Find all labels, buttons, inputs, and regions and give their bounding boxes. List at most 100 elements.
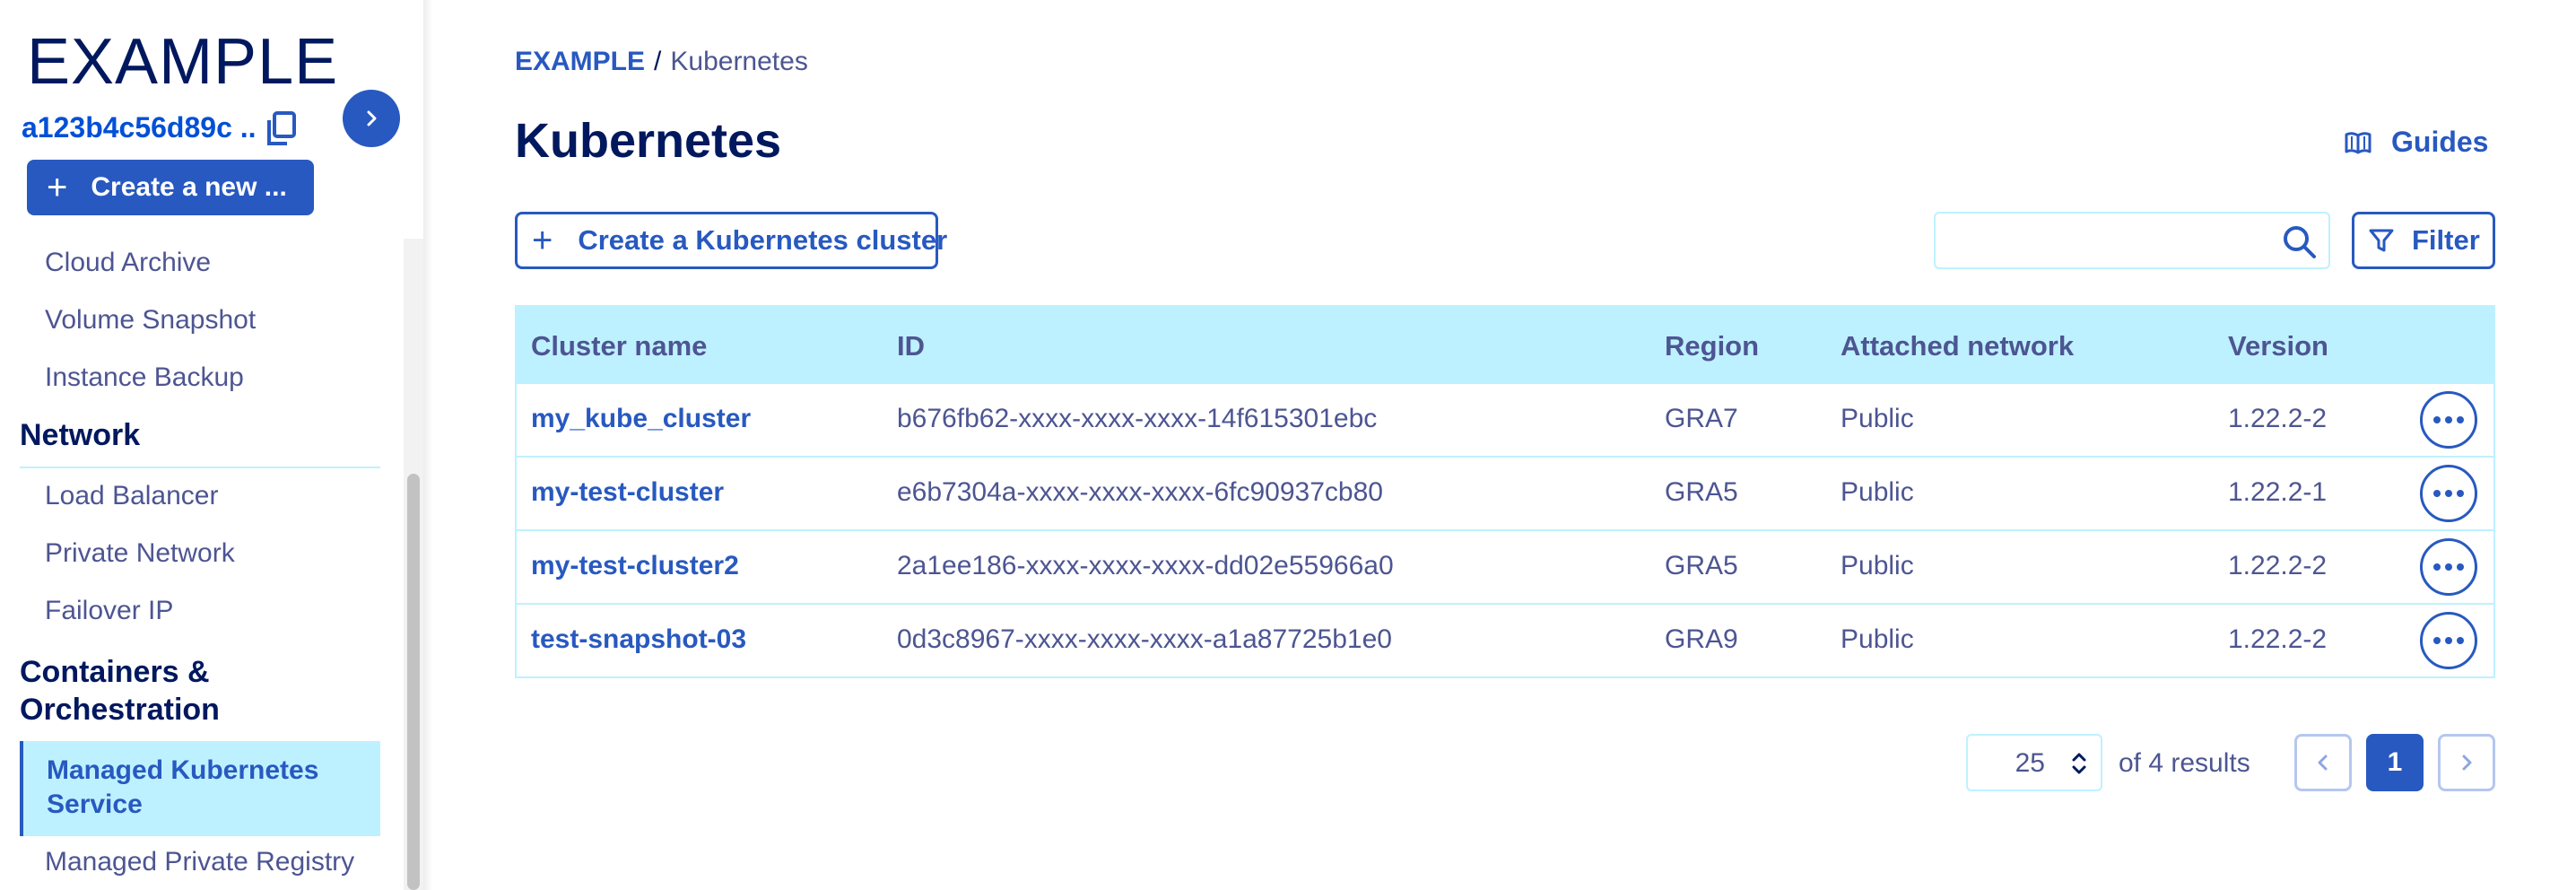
table-header: Cluster name ID Region Attached network … [517, 307, 2493, 382]
cluster-network: Public [1841, 404, 1914, 433]
cluster-region: GRA5 [1665, 477, 1738, 507]
page-number-current[interactable]: 1 [2366, 734, 2424, 791]
breadcrumb-root[interactable]: EXAMPLE [515, 47, 645, 77]
sidebar-item-managed-private-registry[interactable]: Managed Private Registry [45, 847, 354, 877]
sidebar-section-network: Network [20, 418, 141, 452]
chevron-left-icon [2318, 755, 2328, 771]
more-icon [2433, 490, 2441, 497]
sidebar-nav: Cloud Archive Volume Snapshot Instance B… [0, 239, 429, 890]
sidebar-scrollbar-thumb[interactable] [407, 474, 420, 890]
results-count: of 4 results [2119, 748, 2250, 778]
chevron-right-icon [367, 110, 377, 127]
expand-sidebar-button[interactable] [343, 90, 400, 147]
sidebar-item-private-network[interactable]: Private Network [45, 538, 235, 569]
active-item-label-line2: Service [47, 790, 143, 819]
more-icon [2433, 563, 2441, 571]
section-title-line1: Containers & [20, 655, 210, 689]
more-icon [2457, 563, 2464, 571]
clusters-table: Cluster name ID Region Attached network … [515, 305, 2495, 678]
cluster-network: Public [1841, 477, 1914, 507]
cluster-region: GRA7 [1665, 404, 1738, 433]
column-header-region[interactable]: Region [1665, 330, 1759, 362]
row-actions-button[interactable] [2420, 391, 2477, 449]
sidebar-item-cloud-archive[interactable]: Cloud Archive [45, 248, 211, 278]
more-icon [2433, 637, 2441, 644]
sidebar-item-load-balancer[interactable]: Load Balancer [45, 481, 218, 511]
sidebar-item-managed-kubernetes[interactable]: Managed Kubernetes Service [20, 741, 380, 836]
row-actions-button[interactable] [2420, 538, 2477, 596]
create-cluster-button[interactable]: + Create a Kubernetes cluster [515, 212, 947, 269]
chevron-right-icon [2462, 755, 2472, 771]
row-actions-button[interactable] [2420, 465, 2477, 522]
active-item-label-line1: Managed Kubernetes [47, 755, 319, 785]
row-actions-button[interactable] [2420, 612, 2477, 669]
more-icon [2445, 490, 2452, 497]
filter-icon [2369, 229, 2394, 252]
more-icon [2445, 637, 2452, 644]
table-row: my_kube_cluster b676fb62-xxxx-xxxx-xxxx-… [517, 382, 2493, 456]
guides-button[interactable]: Guides [2345, 126, 2488, 159]
cluster-name-link[interactable]: my-test-cluster2 [531, 551, 739, 581]
column-header-attached-network[interactable]: Attached network [1841, 330, 2074, 362]
more-icon [2457, 490, 2464, 497]
cluster-name-link[interactable]: my_kube_cluster [531, 404, 751, 434]
sort-arrows-icon [2072, 753, 2086, 774]
next-page-button[interactable] [2438, 734, 2495, 791]
more-icon [2457, 637, 2464, 644]
brand-logo[interactable]: EXAMPLE [27, 25, 338, 99]
sidebar-section-containers: Containers & Orchestration [20, 653, 220, 729]
page-title: Kubernetes [515, 114, 782, 168]
search-icon[interactable] [2282, 224, 2318, 260]
cluster-region: GRA9 [1665, 624, 1738, 654]
cluster-name-link[interactable]: test-snapshot-03 [531, 624, 746, 655]
plus-icon: + [532, 221, 553, 260]
search-input[interactable] [1945, 222, 2267, 258]
sidebar-shadow [423, 0, 432, 890]
cluster-version: 1.22.2-2 [2228, 551, 2328, 580]
sidebar-divider [20, 467, 380, 468]
sidebar-item-instance-backup[interactable]: Instance Backup [45, 362, 244, 393]
book-icon [2345, 131, 2371, 153]
more-icon [2445, 563, 2452, 571]
create-cluster-label: Create a Kubernetes cluster [578, 224, 948, 256]
table-row: test-snapshot-03 0d3c8967-xxxx-xxxx-xxxx… [517, 603, 2493, 676]
table-row: my-test-cluster2 2a1ee186-xxxx-xxxx-xxxx… [517, 529, 2493, 603]
cluster-network: Public [1841, 551, 1914, 580]
column-header-id[interactable]: ID [897, 330, 925, 362]
cluster-version: 1.22.2-2 [2228, 624, 2328, 654]
search-box [1934, 212, 2330, 269]
page-size-select[interactable]: 25 [1966, 734, 2102, 791]
filter-button[interactable]: Filter [2352, 212, 2495, 269]
plus-icon: + [47, 168, 68, 207]
column-header-version[interactable]: Version [2228, 330, 2328, 362]
cluster-id: e6b7304a-xxxx-xxxx-xxxx-6fc90937cb80 [897, 477, 1383, 507]
project-id: a123b4c56d89c ... [22, 111, 257, 144]
cluster-version: 1.22.2-2 [2228, 404, 2328, 433]
cluster-name-link[interactable]: my-test-cluster [531, 477, 724, 508]
more-icon [2433, 416, 2441, 423]
page-size-value: 25 [2015, 748, 2045, 778]
breadcrumb: EXAMPLE / Kubernetes [515, 47, 808, 77]
cluster-network: Public [1841, 624, 1914, 654]
guides-label: Guides [2391, 126, 2489, 158]
sidebar: EXAMPLE a123b4c56d89c ... + Create a new… [0, 0, 429, 890]
more-icon [2445, 416, 2452, 423]
active-item-label: Managed Kubernetes Service [47, 754, 318, 822]
previous-page-button[interactable] [2294, 734, 2352, 791]
cluster-region: GRA5 [1665, 551, 1738, 580]
sidebar-item-volume-snapshot[interactable]: Volume Snapshot [45, 305, 256, 336]
section-title-line2: Orchestration [20, 693, 220, 727]
breadcrumb-separator: / [654, 47, 662, 76]
cluster-id: 0d3c8967-xxxx-xxxx-xxxx-a1a87725b1e0 [897, 624, 1392, 654]
filter-label: Filter [2412, 224, 2480, 256]
breadcrumb-current: Kubernetes [670, 47, 808, 76]
table-row: my-test-cluster e6b7304a-xxxx-xxxx-xxxx-… [517, 456, 2493, 529]
more-icon [2457, 416, 2464, 423]
sidebar-item-failover-ip[interactable]: Failover IP [45, 596, 173, 626]
create-new-button[interactable]: + Create a new ... [27, 160, 314, 215]
copy-icon[interactable] [265, 111, 298, 147]
column-header-cluster-name[interactable]: Cluster name [531, 330, 707, 362]
cluster-version: 1.22.2-1 [2228, 477, 2328, 507]
create-new-label: Create a new ... [91, 172, 287, 202]
cluster-id: b676fb62-xxxx-xxxx-xxxx-14f615301ebc [897, 404, 1378, 433]
